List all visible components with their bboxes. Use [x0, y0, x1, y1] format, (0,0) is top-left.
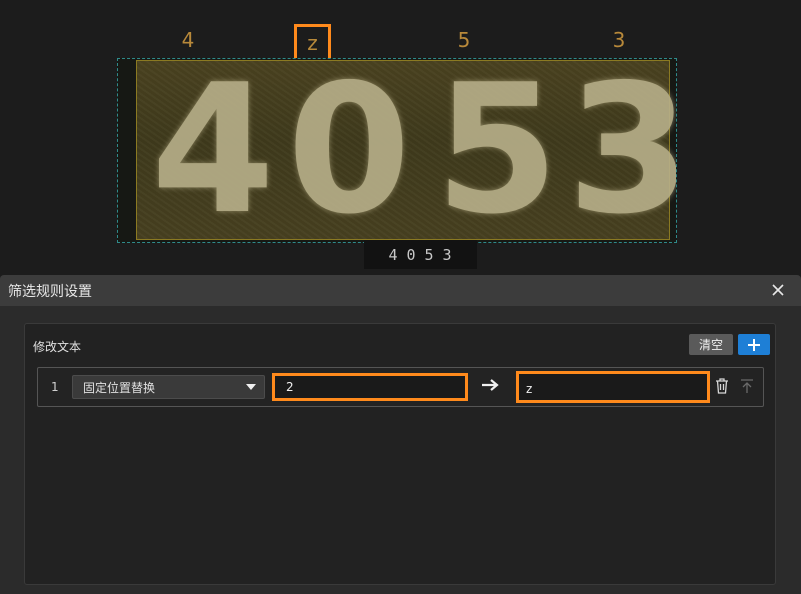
source-value: 2: [286, 380, 294, 394]
target-value: z: [526, 382, 533, 396]
modify-text-panel: 修改文本 清空 1 固定位置替换 2 z: [24, 323, 776, 585]
image-digit-4: 3: [567, 61, 676, 239]
source-position-input[interactable]: 2: [272, 373, 468, 401]
add-rule-button[interactable]: [738, 334, 770, 355]
image-digit-1: 4: [151, 58, 275, 243]
plus-icon: [748, 338, 760, 351]
ocr-preview-area: 4 z 5 3 4 0 5 3 4053: [0, 0, 801, 274]
close-icon: [772, 284, 784, 296]
move-to-top-icon[interactable]: [740, 378, 754, 394]
char-label-2-highlighted: z: [294, 24, 331, 62]
char-label-3: 5: [457, 28, 471, 52]
rule-index: 1: [51, 380, 59, 394]
rule-row: 1 固定位置替换 2 z: [37, 367, 764, 407]
replace-mode-value: 固定位置替换: [83, 380, 156, 395]
image-digit-2: 0: [287, 58, 411, 243]
image-roi-frame: 4 0 5 3: [117, 58, 677, 243]
close-button[interactable]: [769, 281, 787, 300]
char-label-2: z: [307, 31, 318, 55]
target-text-input[interactable]: z: [516, 371, 710, 403]
dialog-header: 筛选规则设置: [0, 275, 801, 306]
section-title: 修改文本: [33, 340, 82, 354]
char-label-1: 4: [181, 28, 195, 52]
replace-mode-select[interactable]: 固定位置替换: [72, 375, 265, 399]
clear-button[interactable]: 清空: [689, 334, 733, 355]
chevron-down-icon: [246, 384, 256, 390]
trash-icon[interactable]: [715, 378, 729, 394]
dialog-title: 筛选规则设置: [8, 283, 92, 300]
arrow-right-icon: [481, 376, 499, 397]
ocr-result-text: 4053: [364, 240, 477, 269]
ocr-image: 4 0 5 3: [136, 58, 676, 243]
image-digit-3: 5: [435, 58, 559, 243]
char-label-4: 3: [612, 28, 626, 52]
app-root: 4 z 5 3 4 0 5 3 4053 筛选规则设置 修改文本 清空: [0, 0, 801, 594]
dialog-body: 修改文本 清空 1 固定位置替换 2 z: [0, 306, 801, 594]
